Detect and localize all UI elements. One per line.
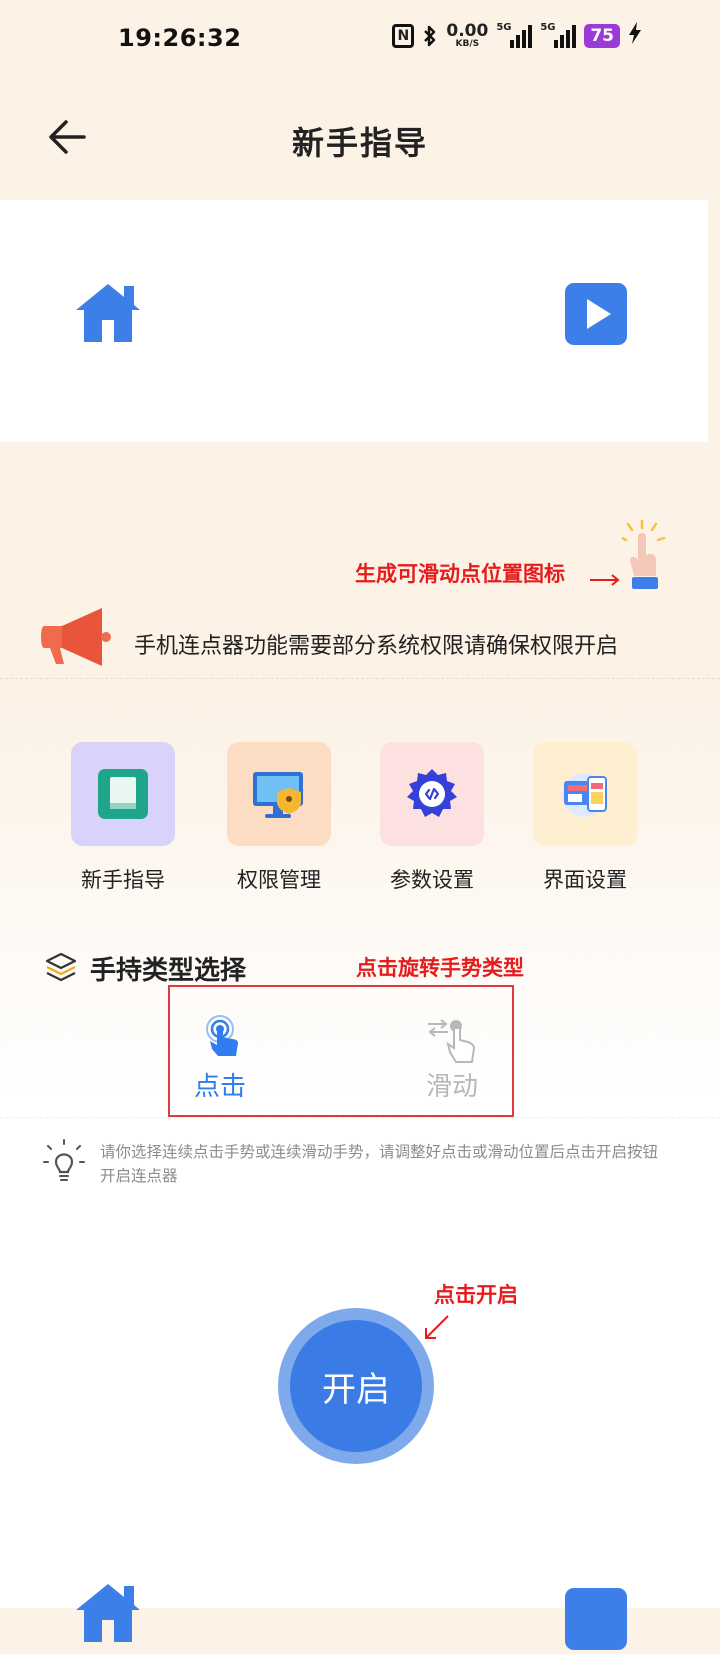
lightbulb-icon bbox=[42, 1138, 86, 1184]
home-icon[interactable] bbox=[74, 1580, 142, 1644]
float-icon-annotation: 生成可滑动点位置图标 bbox=[355, 562, 565, 586]
menu-item-ui[interactable]: 界面设置 bbox=[533, 742, 637, 894]
gear-code-icon bbox=[407, 769, 457, 817]
status-time: 19:26:32 bbox=[118, 24, 242, 52]
play-icon[interactable] bbox=[565, 1588, 627, 1650]
signal-icon: 5G bbox=[496, 21, 533, 48]
rotate-gesture-annotation: 点击旋转手势类型 bbox=[356, 956, 524, 980]
battery-icon: 75 bbox=[584, 23, 620, 48]
layers-icon bbox=[44, 950, 78, 984]
gesture-option-tap[interactable]: 点击 bbox=[194, 1066, 246, 1103]
menu-item-guide[interactable]: 新手指导 bbox=[71, 742, 175, 894]
charging-icon bbox=[628, 22, 642, 49]
permission-monitor-icon bbox=[253, 772, 303, 818]
menu-item-params[interactable]: 参数设置 bbox=[380, 742, 484, 894]
net-speed-value: 0.00 bbox=[446, 20, 489, 41]
gesture-option-swipe[interactable]: 滑动 bbox=[426, 1066, 478, 1103]
megaphone-icon bbox=[40, 608, 112, 668]
page-title: 新手指导 bbox=[291, 124, 428, 162]
signal-icon: 5G bbox=[540, 21, 577, 48]
tap-icon[interactable] bbox=[202, 1015, 242, 1057]
menu-label: 界面设置 bbox=[543, 868, 627, 892]
net-speed-unit: KB/S bbox=[455, 38, 480, 49]
annotation-arrow-icon bbox=[590, 571, 620, 586]
signal-label: 5G bbox=[496, 21, 512, 33]
menu-tile[interactable] bbox=[380, 742, 484, 846]
menu-label: 权限管理 bbox=[237, 868, 321, 892]
menu-item-permissions[interactable]: 权限管理 bbox=[227, 742, 331, 894]
menu-label: 参数设置 bbox=[390, 868, 474, 892]
bluetooth-icon bbox=[422, 24, 438, 48]
play-icon[interactable] bbox=[565, 283, 627, 345]
menu-tile[interactable] bbox=[533, 742, 637, 846]
floating-finger-icon[interactable] bbox=[620, 518, 666, 592]
guide-book-icon bbox=[98, 769, 148, 819]
start-button[interactable]: 开启 bbox=[290, 1320, 422, 1452]
ui-devices-icon bbox=[562, 773, 607, 817]
menu-label: 新手指导 bbox=[81, 868, 165, 892]
swipe-icon[interactable] bbox=[426, 1018, 478, 1064]
divider bbox=[0, 1117, 720, 1118]
menu-tile[interactable] bbox=[71, 742, 175, 846]
net-speed: 0.00 KB/S bbox=[446, 20, 489, 49]
section-title: 手持类型选择 bbox=[90, 956, 247, 986]
nfc-icon: N bbox=[392, 23, 415, 48]
signal-label: 5G bbox=[540, 21, 556, 33]
home-icon[interactable] bbox=[74, 280, 142, 344]
annotation-arrow-icon bbox=[422, 1312, 452, 1342]
status-icons: N 0.00 KB/S 5G 5G 75 bbox=[392, 22, 642, 49]
gesture-hint: 请你选择连续点击手势或连续滑动手势，请调整好点击或滑动位置后点击开启按钮开启连点… bbox=[100, 1143, 659, 1185]
start-annotation: 点击开启 bbox=[434, 1283, 518, 1307]
permission-notice: 手机连点器功能需要部分系统权限请确保权限开启 bbox=[134, 634, 619, 659]
divider bbox=[0, 678, 720, 679]
menu-tile[interactable] bbox=[227, 742, 331, 846]
